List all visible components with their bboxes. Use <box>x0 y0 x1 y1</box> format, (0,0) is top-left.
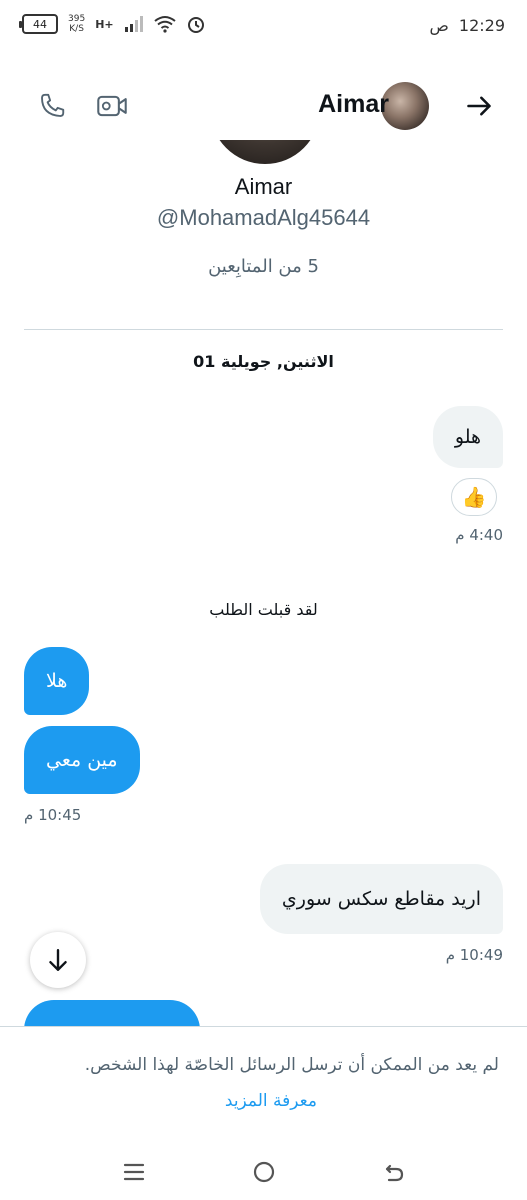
recent-apps-button[interactable] <box>116 1154 152 1190</box>
message-bubble-sent[interactable]: هلو <box>432 406 503 468</box>
message-bubble-received[interactable]: هلا <box>24 647 90 715</box>
clock-time: 12:29 <box>458 16 505 35</box>
back-arrow-icon <box>385 1164 404 1182</box>
date-separator: الاثنين, جويلية 01 <box>193 352 334 371</box>
wifi-icon <box>154 16 176 33</box>
profile-avatar[interactable] <box>210 140 320 164</box>
network-speed: 395 K/S <box>68 14 86 34</box>
home-button[interactable] <box>246 1154 282 1190</box>
alarm-icon <box>187 17 204 33</box>
message-bubble-sent[interactable]: اريد مقاطع سكس سوري <box>259 864 503 934</box>
phone-icon <box>41 93 65 117</box>
network-type: H+ <box>95 17 114 31</box>
scroll-to-bottom-button[interactable] <box>30 932 86 988</box>
video-call-button[interactable] <box>92 86 132 126</box>
profile-followers[interactable]: 5 من المتابِعين <box>0 256 527 277</box>
system-back-button[interactable] <box>376 1154 412 1190</box>
home-circle-icon <box>253 1161 275 1183</box>
system-message: لقد قبلت الطلب <box>209 600 318 619</box>
message-bubble-received[interactable]: مين معي <box>24 726 140 794</box>
status-bar: 44 395 K/S H+ 12:29 ص <box>0 0 527 56</box>
header-title[interactable]: Aimar <box>318 90 389 119</box>
menu-icon <box>123 1163 145 1181</box>
message-time: 10:49 م <box>445 946 503 964</box>
battery-icon: 44 <box>19 14 58 34</box>
system-nav-bar <box>0 1140 527 1200</box>
clock-period: ص <box>429 16 449 35</box>
message-time: 10:45 م <box>24 806 82 824</box>
message-time: 4:40 م <box>455 526 503 544</box>
reaction-badge[interactable]: 👍 <box>451 478 497 516</box>
dm-restricted-notice: لم يعد من الممكن أن ترسل الرسائل الخاصّة… <box>0 1026 527 1140</box>
phone-call-button[interactable] <box>32 86 72 126</box>
profile-handle: @MohamadAlg45644 <box>156 205 371 230</box>
conversation-header: Aimar <box>0 70 527 142</box>
notice-text: لم يعد من الممكن أن ترسل الرسائل الخاصّة… <box>84 1055 499 1075</box>
divider <box>24 329 503 330</box>
signal-icon <box>124 16 143 32</box>
video-camera-icon <box>97 95 127 117</box>
arrow-down-icon <box>49 949 67 971</box>
learn-more-link[interactable]: معرفة المزيد <box>225 1091 317 1111</box>
arrow-right-icon <box>467 96 491 116</box>
profile-name: Aimar <box>234 174 293 199</box>
back-button[interactable] <box>459 86 499 126</box>
